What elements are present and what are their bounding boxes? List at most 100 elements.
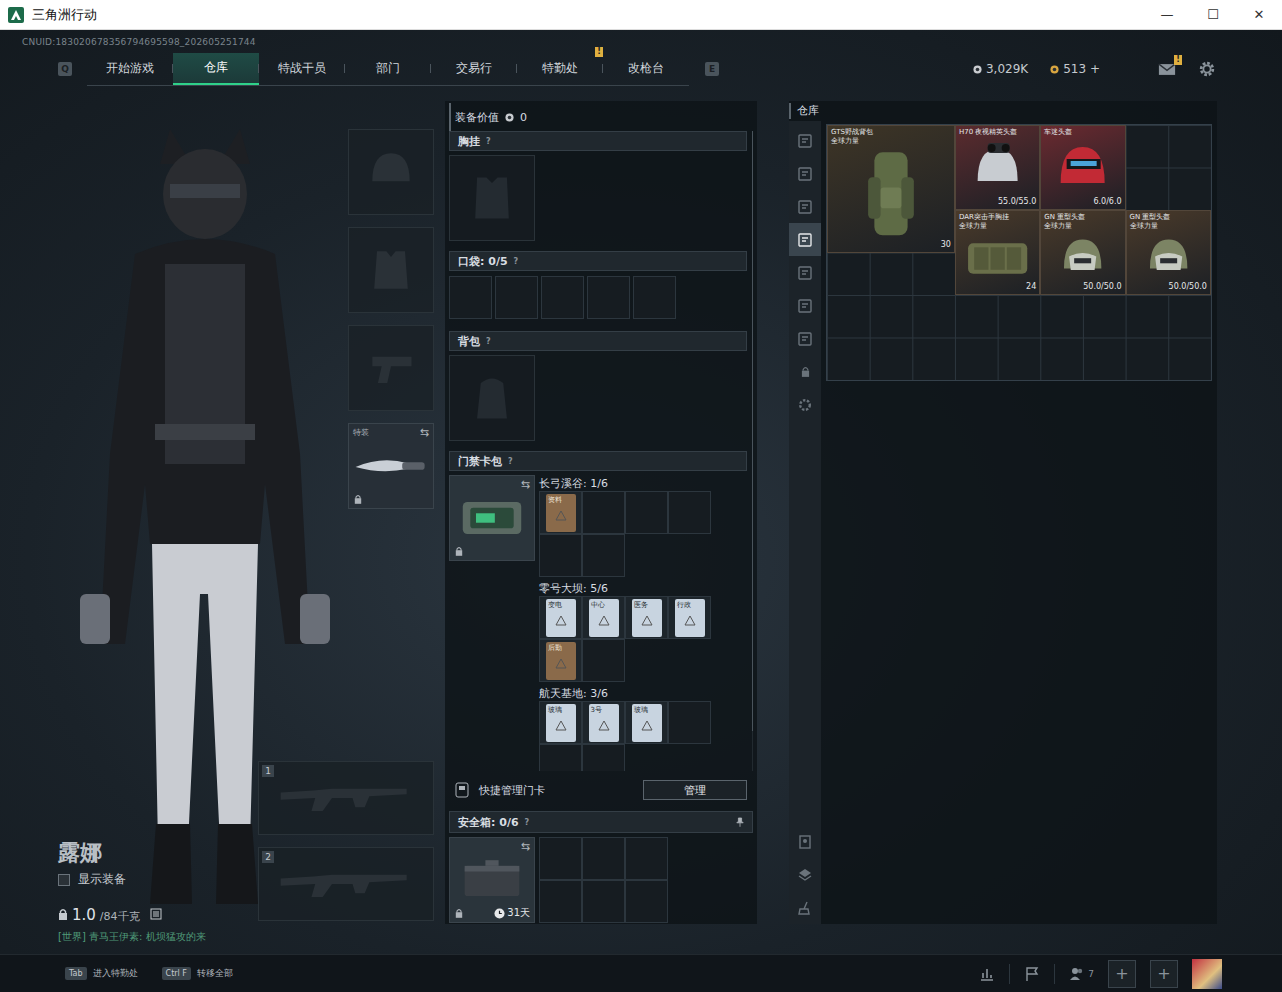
weapon-slot[interactable]: 2 (258, 847, 434, 921)
warehouse-layers[interactable] (789, 858, 821, 891)
warehouse-tab[interactable] (789, 322, 821, 355)
swap-icon[interactable]: ⇆ (521, 840, 530, 853)
nav-tab[interactable]: 特战干员 (259, 53, 345, 85)
gear-slot[interactable] (348, 129, 434, 215)
keycard[interactable]: 玻璃 (546, 704, 576, 742)
pocket-slot[interactable] (633, 276, 676, 319)
nav-tab[interactable]: 改枪台 (603, 53, 689, 85)
key-hint[interactable]: Tab进入特勤处 (65, 967, 138, 980)
warehouse-sort[interactable] (789, 825, 821, 858)
window-control[interactable]: — (1144, 1, 1190, 29)
warehouse-tab[interactable] (789, 124, 821, 157)
keycard-slot[interactable]: 行政 (668, 596, 711, 639)
keycard-slot[interactable]: 后勤 (539, 639, 582, 682)
keycard[interactable]: 资料 (546, 494, 576, 532)
safe-slot[interactable] (625, 837, 668, 880)
swap-icon[interactable]: ⇆ (521, 478, 530, 491)
clock-icon (494, 908, 505, 919)
manage-button[interactable]: 管理 (643, 780, 747, 800)
keycard-slot[interactable] (539, 534, 582, 577)
mail-button[interactable]: ! (1158, 63, 1176, 76)
warehouse-item[interactable]: DAR突击手胸挂全球力量24 (955, 210, 1040, 295)
safe-slot[interactable] (539, 837, 582, 880)
key-hint[interactable]: Ctrl F转移全部 (162, 967, 233, 980)
keycard-slot[interactable]: 中心 (582, 596, 625, 639)
loadout-value: 装备价值0 (449, 103, 753, 131)
gear-slot[interactable]: 特装⇆ (348, 423, 434, 509)
nav-prev-key[interactable]: Q (58, 62, 72, 76)
add-squad-slot[interactable]: + (1150, 960, 1178, 988)
nav-tab[interactable]: 部门 (345, 53, 431, 85)
keycard-slot[interactable] (582, 744, 625, 771)
weapon-slot[interactable]: 1 (258, 761, 434, 835)
nav-next-key[interactable]: E (705, 62, 719, 76)
flag-icon[interactable] (1024, 966, 1040, 982)
keycard-slot[interactable]: 资料 (539, 491, 582, 534)
window-control[interactable]: ✕ (1236, 1, 1282, 29)
list-icon[interactable] (150, 908, 162, 920)
keycard-slot[interactable]: 变电 (539, 596, 582, 639)
safe-slot[interactable] (582, 837, 625, 880)
warehouse-tab[interactable] (789, 223, 821, 256)
safe-slot[interactable] (539, 880, 582, 923)
stats-chart-icon[interactable] (979, 966, 995, 982)
keycard-case[interactable]: ⇆ (449, 475, 535, 561)
warehouse-item[interactable]: 车迷头盔6.0/6.0 (1040, 125, 1125, 210)
gear-slot[interactable] (348, 227, 434, 313)
keycard[interactable]: 医务 (632, 599, 662, 637)
warehouse-tab[interactable] (789, 256, 821, 289)
keycard[interactable]: 后勤 (546, 642, 576, 680)
nav-tab[interactable]: 开始游戏 (87, 53, 173, 85)
pocket-slot[interactable] (495, 276, 538, 319)
friends-button[interactable]: 7 (1069, 966, 1094, 982)
weight-readout: 1.0/84千克 (58, 906, 258, 924)
keycard[interactable]: 玻璃 (632, 704, 662, 742)
keycard[interactable]: 中心 (589, 599, 619, 637)
nav-tab[interactable]: 特勤处! (517, 53, 603, 85)
pocket-slot[interactable] (541, 276, 584, 319)
warehouse-settings[interactable] (789, 388, 821, 421)
keycard-slot[interactable] (668, 491, 711, 534)
settings-gear-icon[interactable] (1198, 60, 1216, 78)
safe-box[interactable]: ⇆ 31天 (449, 837, 535, 923)
keycard-slot[interactable] (582, 534, 625, 577)
keycard-slot[interactable] (625, 491, 668, 534)
pocket-slot[interactable] (587, 276, 630, 319)
player-avatar[interactable] (1192, 959, 1222, 989)
show-gear-checkbox[interactable] (58, 874, 70, 886)
pocket-slot[interactable] (449, 276, 492, 319)
keycard-slot[interactable] (668, 701, 711, 744)
warehouse-tools[interactable] (789, 891, 821, 924)
keycard-slot[interactable]: 玻璃 (625, 701, 668, 744)
gear-slot[interactable] (348, 325, 434, 411)
keycard-slot[interactable] (582, 639, 625, 682)
warehouse-item[interactable]: GTS野战背包全球力量30 (827, 125, 955, 253)
chest-rig-slot[interactable] (449, 155, 535, 241)
nav-tab[interactable]: 仓库 (173, 53, 259, 85)
warehouse-item[interactable]: GN 重型头盔全球力量50.0/50.0 (1126, 210, 1211, 295)
keycard[interactable]: 3号 (589, 704, 619, 742)
warehouse-tab[interactable] (789, 190, 821, 223)
keycard-slot[interactable]: 玻璃 (539, 701, 582, 744)
swap-icon[interactable]: ⇆ (420, 426, 429, 439)
backpack-slot[interactable] (449, 355, 535, 441)
add-squad-slot[interactable]: + (1108, 960, 1136, 988)
keycard-slot[interactable]: 3号 (582, 701, 625, 744)
warehouse-tab[interactable] (789, 157, 821, 190)
storage-icon (797, 166, 813, 182)
keycard[interactable]: 变电 (546, 599, 576, 637)
keycard-slot[interactable] (539, 744, 582, 771)
safe-slot[interactable] (625, 880, 668, 923)
window-control[interactable]: ☐ (1190, 1, 1236, 29)
pin-icon[interactable] (736, 817, 744, 827)
warehouse-item[interactable]: H70 夜视精英头盔55.0/55.0 (955, 125, 1040, 210)
warehouse-item[interactable]: GN 重型头盔全球力量50.0/50.0 (1040, 210, 1125, 295)
scrollbar[interactable] (752, 131, 753, 771)
warehouse-tab[interactable] (789, 289, 821, 322)
nav-tab[interactable]: 交易行 (431, 53, 517, 85)
keycard-slot[interactable] (582, 491, 625, 534)
keycard[interactable]: 行政 (675, 599, 705, 637)
keycard-slot[interactable]: 医务 (625, 596, 668, 639)
show-gear-toggle[interactable]: 显示装备 (58, 871, 258, 888)
safe-slot[interactable] (582, 880, 625, 923)
